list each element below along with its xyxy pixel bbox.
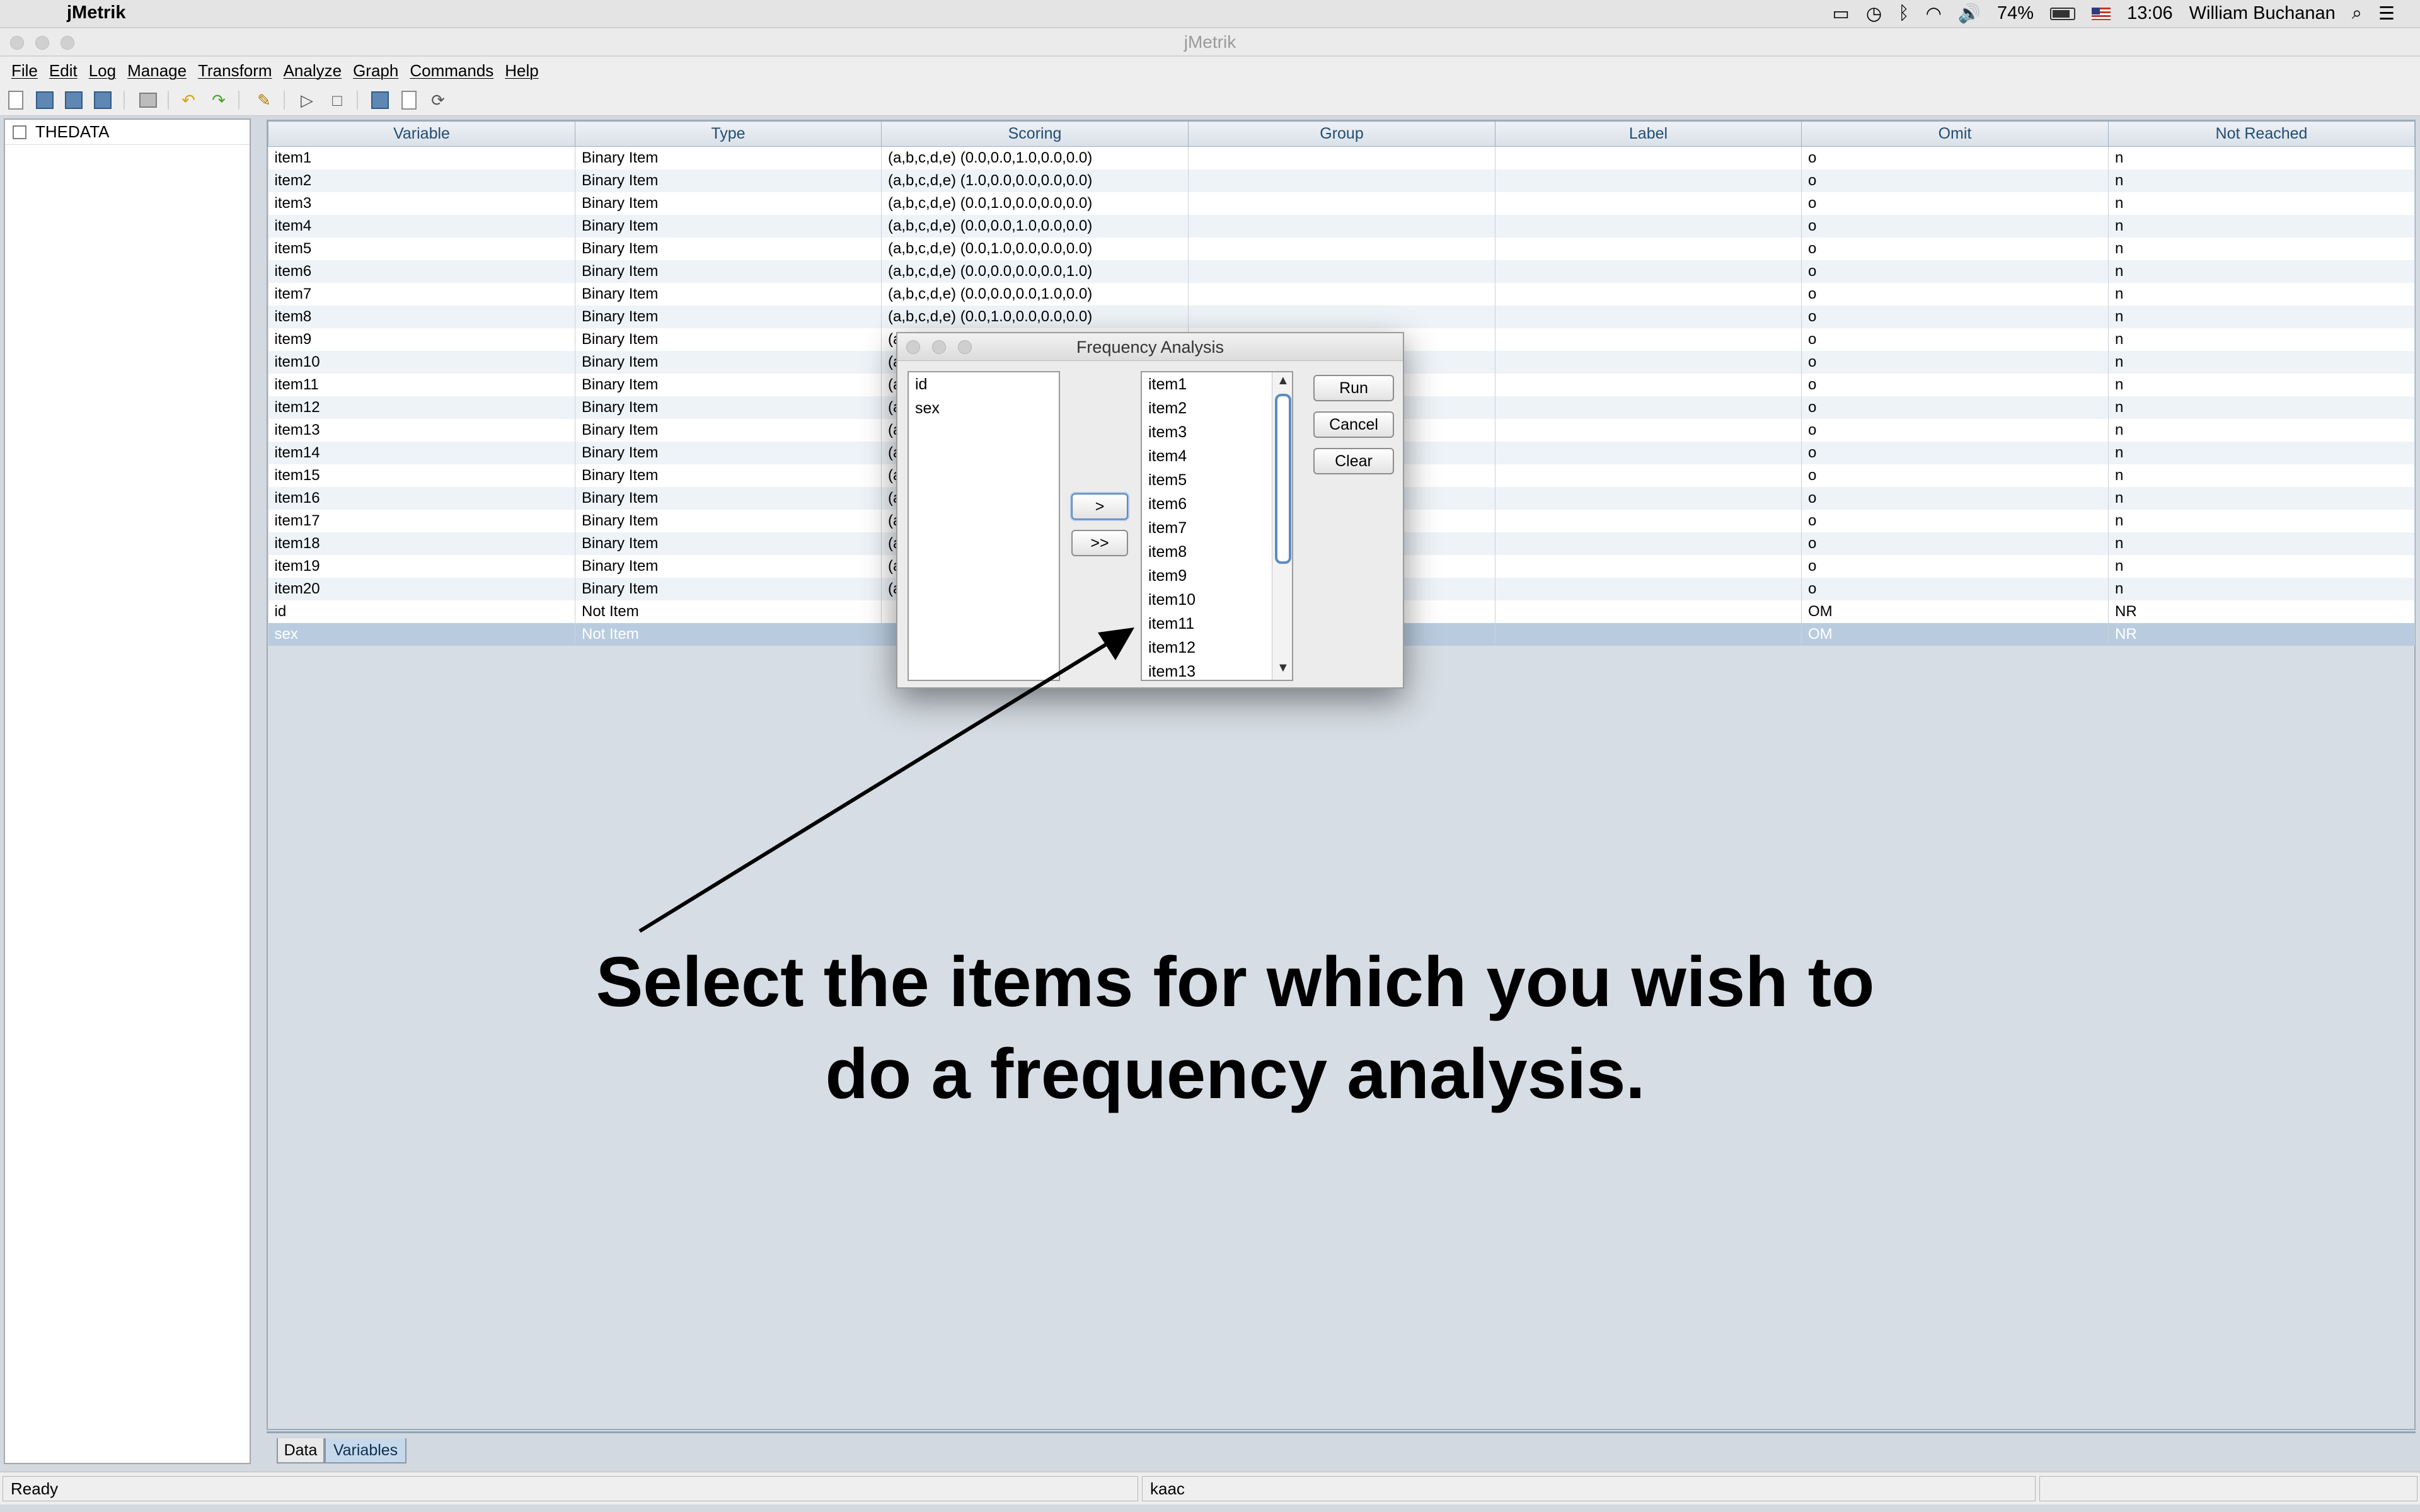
- annotation-arrow: [638, 627, 1134, 933]
- caption-line-2: do a frequency analysis.: [825, 1034, 1645, 1113]
- caption-line-1: Select the items for which you wish to: [596, 942, 1875, 1021]
- instruction-caption: Select the items for which you wish to d…: [403, 936, 2067, 1120]
